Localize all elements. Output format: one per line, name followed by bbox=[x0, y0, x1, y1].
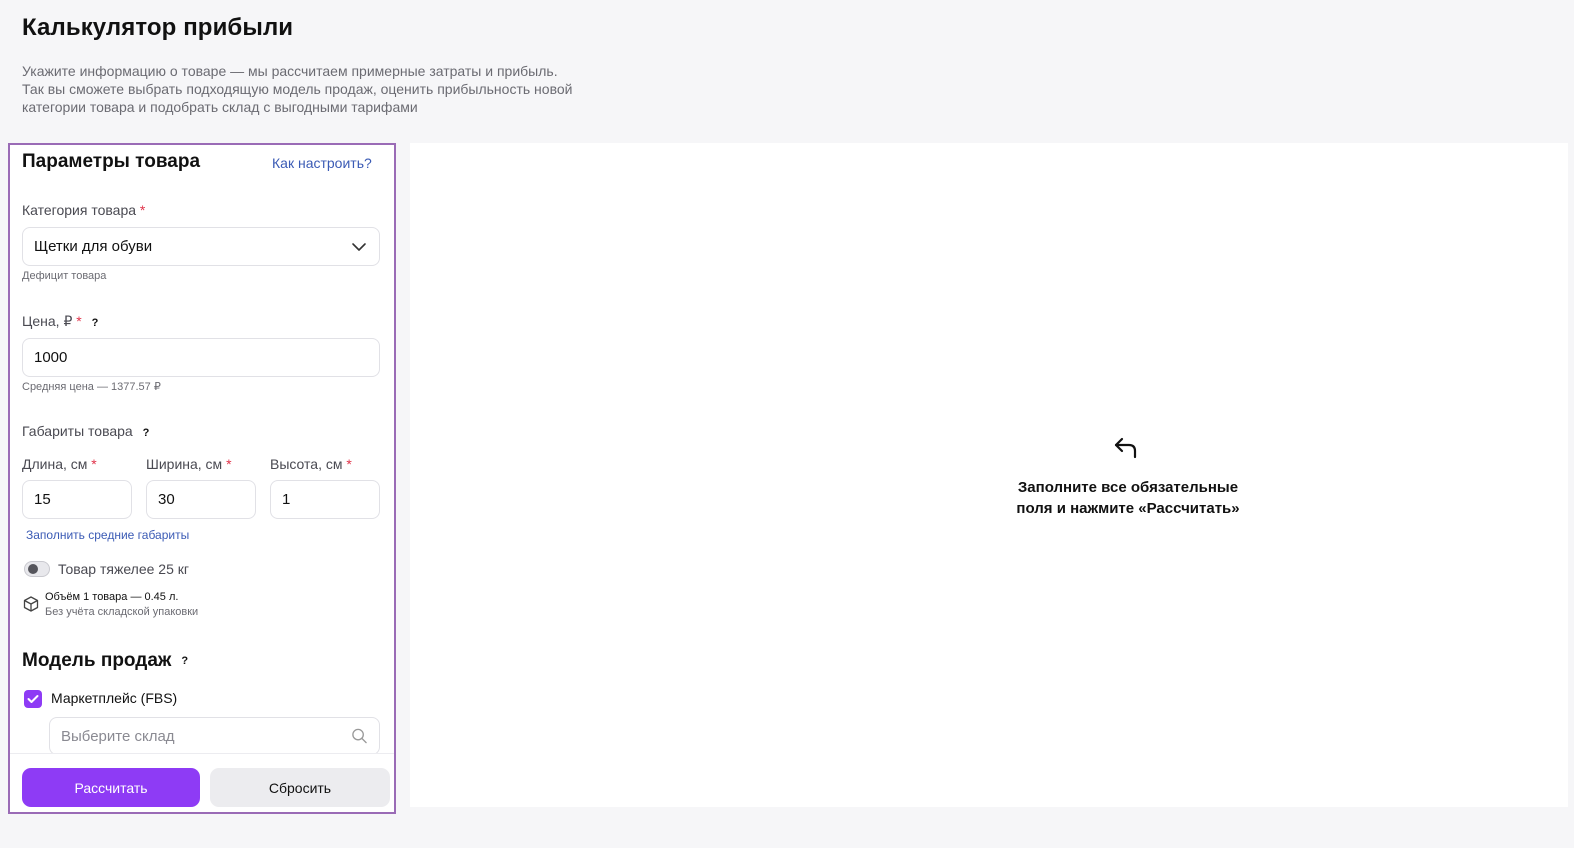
params-scroll-area[interactable]: Параметры товара Как настроить? Категори… bbox=[10, 145, 394, 753]
fbs-label: Маркетплейс (FBS) bbox=[51, 690, 178, 706]
height-field[interactable] bbox=[270, 480, 380, 519]
box-icon bbox=[23, 596, 39, 612]
checkmark-icon bbox=[27, 695, 39, 703]
params-action-bar: Рассчитать Сбросить bbox=[10, 753, 394, 812]
search-icon bbox=[352, 728, 367, 744]
volume-note: Без учёта складской упаковки bbox=[45, 606, 199, 618]
fbs-checkbox[interactable] bbox=[24, 690, 42, 708]
dimensions-label: Габариты товара ? bbox=[22, 423, 149, 439]
length-field[interactable] bbox=[22, 480, 132, 519]
category-value: Щетки для обуви bbox=[34, 238, 153, 255]
dimensions-help-icon[interactable]: ? bbox=[143, 427, 150, 439]
sales-model-title: Модель продаж bbox=[22, 650, 172, 671]
width-field[interactable] bbox=[146, 480, 256, 519]
required-mark: * bbox=[139, 202, 146, 218]
height-label-text: Высота, см bbox=[270, 456, 343, 472]
height-label: Высота, см * bbox=[270, 456, 352, 472]
calculate-button[interactable]: Рассчитать bbox=[22, 768, 200, 807]
sales-model-help-icon[interactable]: ? bbox=[181, 655, 188, 667]
result-message-line: Заполните все обязательные bbox=[1017, 479, 1239, 496]
params-title: Параметры товара bbox=[22, 151, 201, 172]
price-hint: Средняя цена — 1377.57 ₽ bbox=[22, 381, 161, 393]
page-description-line: категории товара и подобрать склад с выг… bbox=[22, 99, 418, 115]
volume-value: Объём 1 товара — 0.45 л. bbox=[45, 591, 179, 603]
arrow-back-icon bbox=[1114, 437, 1137, 459]
result-empty-message: Заполните все обязательные поля и нажмит… bbox=[978, 477, 1278, 519]
length-input[interactable] bbox=[34, 491, 120, 508]
reset-button[interactable]: Сбросить bbox=[210, 768, 390, 807]
price-help-icon[interactable]: ? bbox=[92, 317, 99, 329]
price-input[interactable] bbox=[34, 349, 368, 366]
how-to-configure-link[interactable]: Как настроить? bbox=[272, 155, 372, 171]
category-select[interactable]: Щетки для обуви bbox=[22, 227, 380, 266]
required-mark: * bbox=[91, 456, 97, 472]
page-title: Калькулятор прибыли bbox=[22, 14, 294, 41]
toggle-knob bbox=[28, 564, 38, 574]
category-label-text: Категория товара bbox=[22, 202, 137, 218]
result-message-line: поля и нажмите «Рассчитать» bbox=[1016, 500, 1240, 517]
width-label: Ширина, см * bbox=[146, 456, 232, 472]
result-panel: Заполните все обязательные поля и нажмит… bbox=[410, 143, 1568, 807]
warehouse-search-input[interactable] bbox=[61, 727, 351, 745]
warehouse-search-field[interactable] bbox=[49, 717, 380, 753]
required-mark: * bbox=[346, 456, 352, 472]
length-label-text: Длина, см bbox=[22, 456, 88, 472]
chevron-down-icon bbox=[352, 242, 366, 251]
heavy-item-label: Товар тяжелее 25 кг bbox=[58, 561, 189, 577]
sales-model-header: Модель продаж ? bbox=[22, 650, 188, 672]
fill-average-dimensions-link[interactable]: Заполнить средние габариты bbox=[26, 528, 189, 542]
required-mark: * bbox=[76, 313, 82, 329]
height-input[interactable] bbox=[282, 491, 368, 508]
required-mark: * bbox=[226, 456, 232, 472]
width-input[interactable] bbox=[158, 491, 244, 508]
category-hint: Дефицит товара bbox=[22, 270, 107, 282]
price-label-text: Цена, ₽ bbox=[22, 313, 73, 329]
category-label: Категория товара * bbox=[22, 202, 145, 218]
page-description-line: Укажите информацию о товаре — мы рассчит… bbox=[22, 63, 558, 79]
dimensions-label-text: Габариты товара bbox=[22, 423, 133, 439]
price-label: Цена, ₽ * ? bbox=[22, 313, 98, 330]
length-label: Длина, см * bbox=[22, 456, 97, 472]
product-params-panel: Параметры товара Как настроить? Категори… bbox=[8, 143, 396, 814]
price-field[interactable] bbox=[22, 338, 380, 377]
page-description-line: Так вы сможете выбрать подходящую модель… bbox=[22, 81, 573, 97]
page-description: Укажите информацию о товаре — мы рассчит… bbox=[22, 62, 622, 116]
width-label-text: Ширина, см bbox=[146, 456, 223, 472]
heavy-item-toggle[interactable] bbox=[24, 561, 50, 577]
